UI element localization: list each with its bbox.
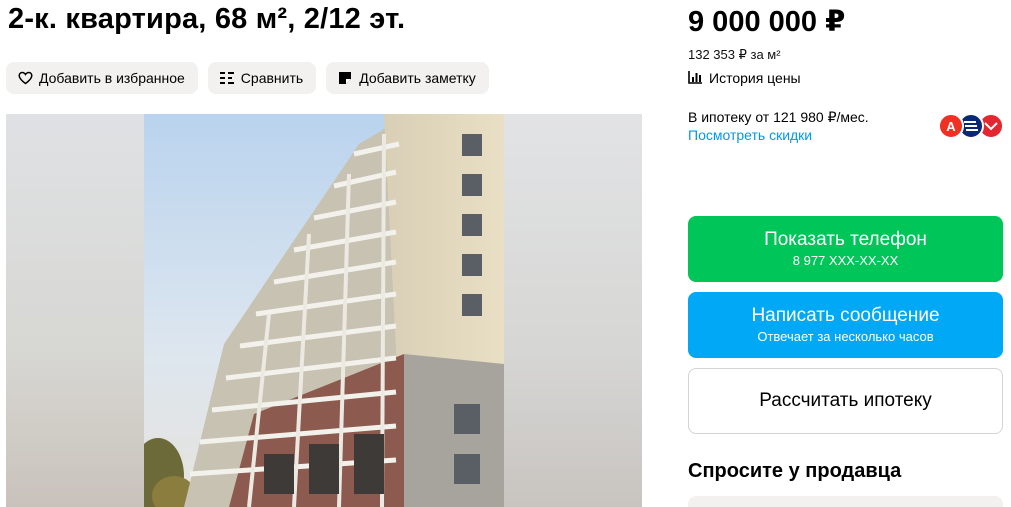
price-history-link[interactable]: История цены [688,70,801,86]
compare-button[interactable]: Сравнить [207,62,317,94]
show-phone-label: Показать телефон [764,229,927,250]
note-icon [337,70,353,86]
partner-banks: А [938,113,1004,139]
mortgage-offer: В ипотеку от 121 980 ₽/мес. [688,109,869,125]
view-discounts-link[interactable]: Посмотреть скидки [688,127,812,143]
price: 9 000 000 ₽ [688,6,846,38]
price-history-label: История цены [709,70,801,86]
compare-icon [219,70,235,86]
add-note-button[interactable]: Добавить заметку [326,62,489,94]
photo-gallery[interactable] [6,114,642,507]
note-label: Добавить заметку [359,70,476,86]
add-to-favorites-button[interactable]: Добавить в избранное [6,62,198,94]
listing-actions: Добавить в избранное Сравнить Добавить з… [6,62,489,94]
ask-seller-heading: Спросите у продавца [688,460,902,482]
listing-title: 2-к. квартира, 68 м², 2/12 эт. [8,3,406,35]
gallery-blur-left [6,114,144,507]
calculate-mortgage-label: Рассчитать ипотеку [759,390,932,411]
masked-phone: 8 977 XXX-XX-XX [792,253,899,268]
compare-label: Сравнить [240,70,304,86]
price-per-meter: 132 353 ₽ за м² [688,47,781,62]
write-message-button[interactable]: Написать сообщение Отвечает за несколько… [688,292,1003,358]
response-time: Отвечает за несколько часов [757,329,934,344]
calculate-mortgage-button[interactable]: Рассчитать ипотеку [688,368,1003,434]
alfa-bank-icon: А [938,113,964,139]
heart-icon [17,70,33,86]
gallery-blur-right [504,114,642,507]
write-message-label: Написать сообщение [751,305,940,326]
bar-chart-icon [688,70,704,86]
ask-seller-panel [688,496,1003,507]
building-photo[interactable] [144,114,504,507]
favorite-label: Добавить в избранное [39,70,185,86]
show-phone-button[interactable]: Показать телефон 8 977 XXX-XX-XX [688,216,1003,282]
